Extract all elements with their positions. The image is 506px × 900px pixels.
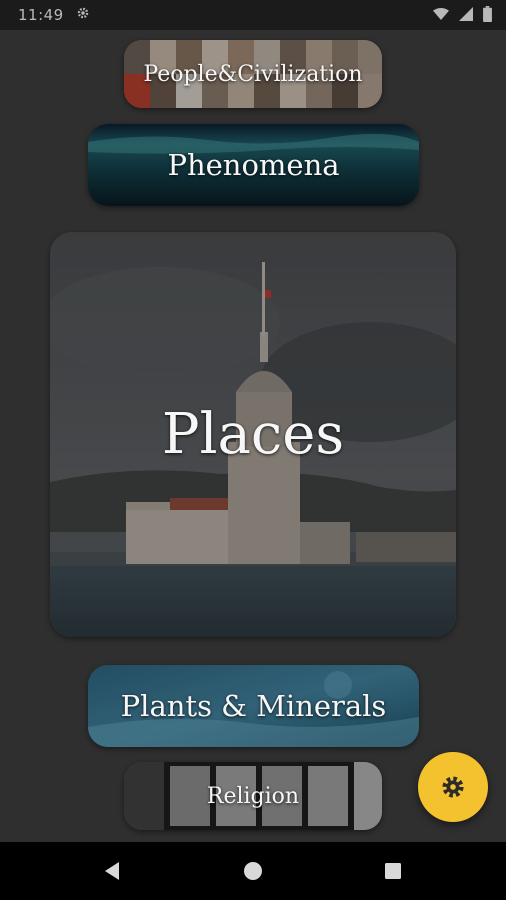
category-label: Religion [206, 783, 300, 809]
back-button[interactable] [82, 842, 142, 900]
status-time: 11:49 [18, 6, 64, 24]
recents-icon [385, 863, 401, 879]
home-button[interactable] [223, 842, 283, 900]
category-label: Places [161, 402, 345, 467]
navigation-bar [0, 842, 506, 900]
category-card-places[interactable]: Places [50, 232, 456, 637]
status-icons [433, 6, 492, 22]
category-card-religion[interactable]: Religion [124, 762, 382, 830]
category-card-phenomena[interactable]: Phenomena [88, 124, 419, 206]
settings-icon [442, 776, 464, 798]
recents-button[interactable] [363, 842, 423, 900]
category-label: Phenomena [167, 148, 340, 182]
back-icon [105, 862, 119, 880]
category-label: Plants & Minerals [120, 689, 387, 723]
battery-icon [483, 6, 492, 22]
category-label: People&Civilization [143, 61, 363, 87]
category-card-people-civilization[interactable]: People&Civilization [124, 40, 382, 108]
category-card-plants-minerals[interactable]: Plants & Minerals [88, 665, 419, 747]
home-icon [244, 862, 262, 880]
settings-icon [77, 7, 89, 19]
app-screen: 11:49 People&Civilization Phenomena Plac… [0, 0, 506, 900]
settings-fab-button[interactable] [418, 752, 488, 822]
status-bar: 11:49 [0, 0, 506, 30]
signal-icon [459, 7, 473, 21]
wifi-icon [433, 8, 449, 20]
